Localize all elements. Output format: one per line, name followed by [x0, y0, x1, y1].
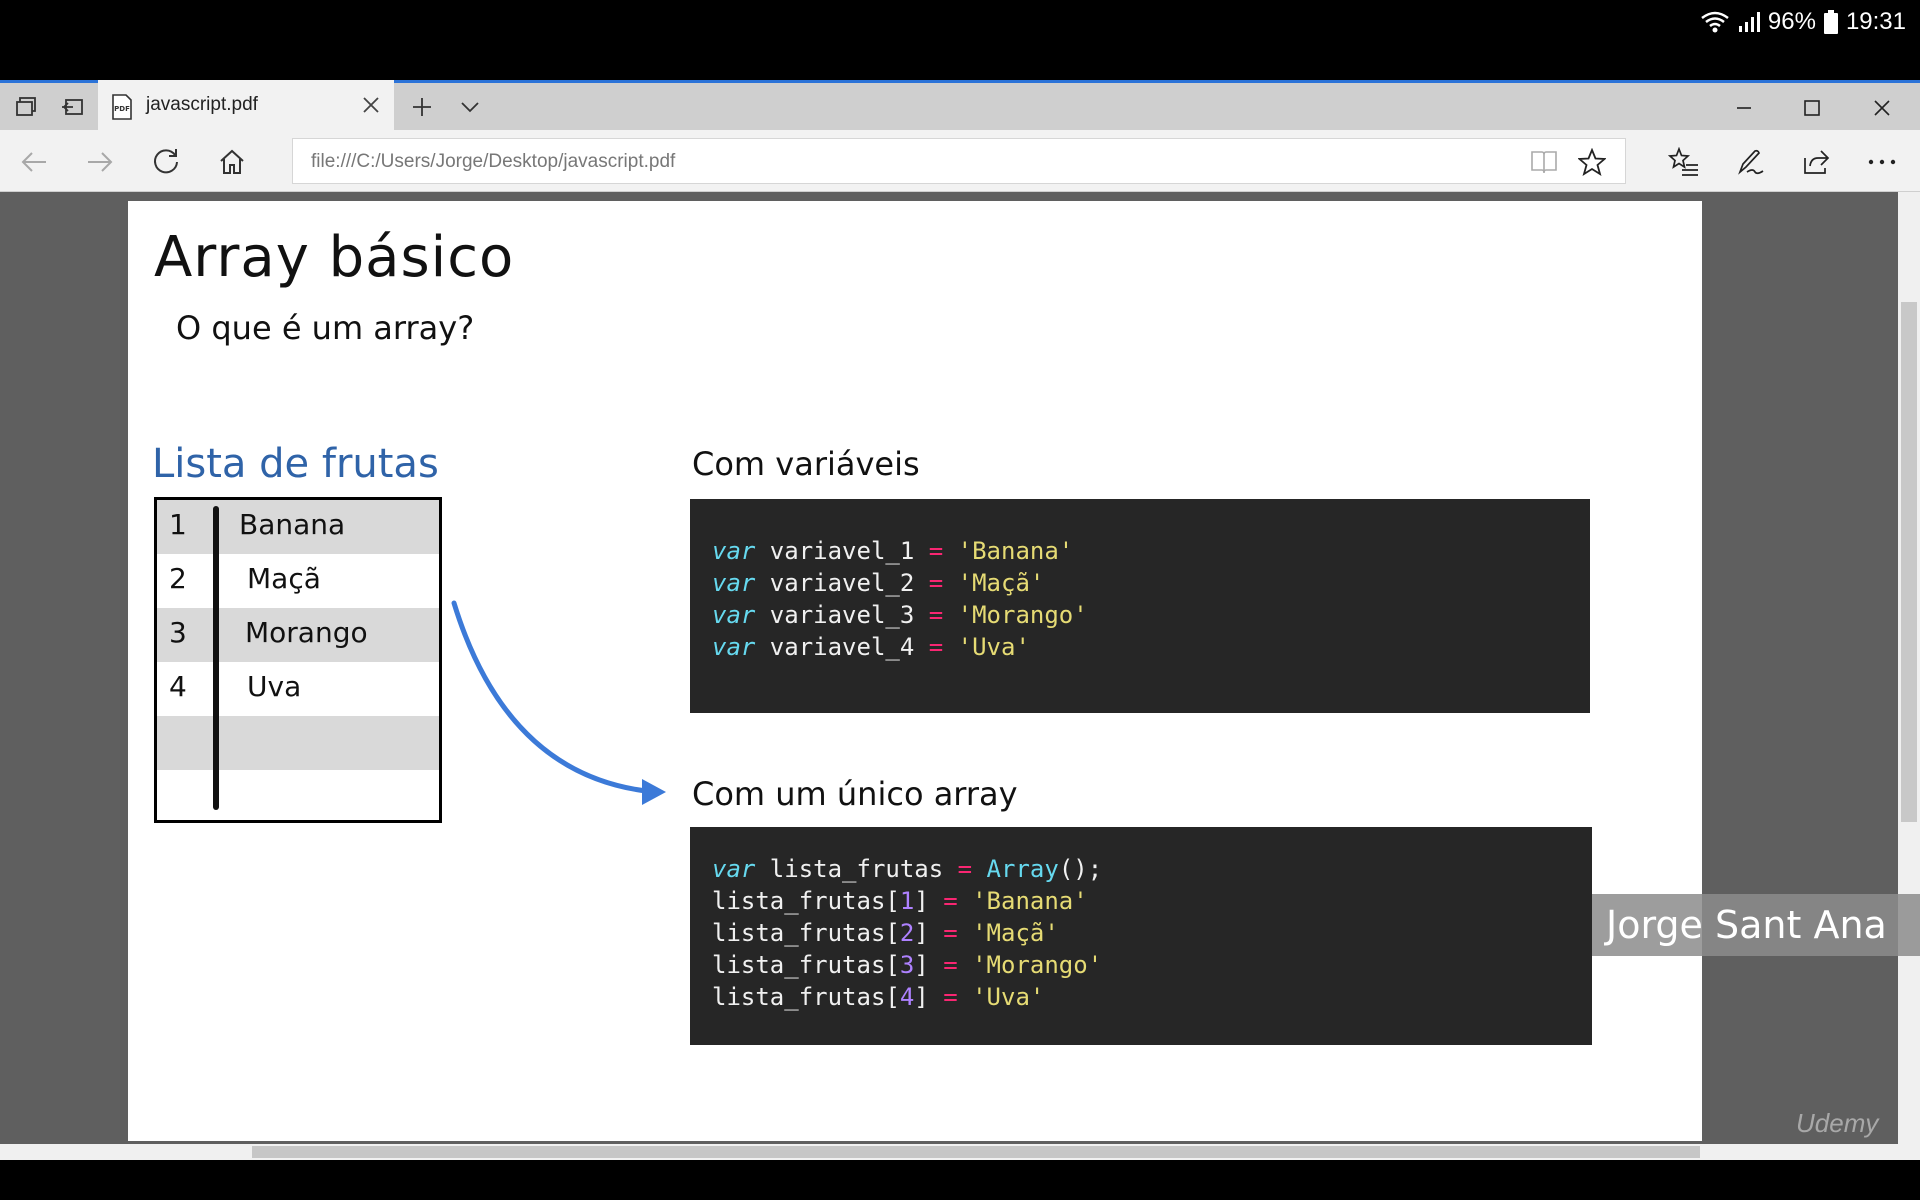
table-row-empty [157, 716, 439, 770]
row-number: 1 [169, 508, 187, 541]
row-fruit: Maçã [247, 562, 321, 595]
code-line: lista_frutas[2] = 'Maçã' [712, 919, 1059, 947]
svg-text:PDF: PDF [114, 105, 130, 113]
plus-icon[interactable] [408, 93, 436, 121]
address-bar[interactable]: file:///C:/Users/Jorge/Desktop/javascrip… [292, 138, 1626, 184]
table-row-empty [157, 770, 439, 820]
reading-view-icon[interactable] [1529, 147, 1559, 177]
refresh-icon[interactable] [148, 144, 184, 180]
tab-javascript-pdf[interactable]: PDF javascript.pdf [98, 80, 394, 133]
forward-arrow-icon[interactable] [82, 144, 118, 180]
more-icon[interactable] [1864, 144, 1900, 180]
table-divider [213, 506, 219, 810]
browser-window: PDF javascript.pdf file:///C:/Users/Jorg… [0, 80, 1920, 1160]
code-block-variables: var variavel_1 = 'Banana' var variavel_2… [690, 499, 1590, 713]
code-block-array: var lista_frutas = Array(); lista_frutas… [690, 827, 1592, 1045]
row-fruit: Uva [247, 670, 302, 703]
fruit-table: 1 Banana 2 Maçã 3 Morango 4 Uva [154, 497, 442, 823]
table-row: 2 Maçã [157, 554, 439, 608]
row-number: 4 [169, 670, 187, 703]
battery-percent: 96% [1767, 8, 1816, 35]
horizontal-scroll-thumb[interactable] [252, 1146, 1700, 1158]
table-row: 3 Morango [157, 608, 439, 662]
star-icon[interactable] [1577, 147, 1607, 177]
wifi-icon [1700, 10, 1730, 34]
row-number: 2 [169, 562, 187, 595]
vertical-scroll-thumb[interactable] [1901, 302, 1917, 822]
code-line: var variavel_3 = 'Morango' [712, 601, 1088, 629]
pen-icon[interactable] [1732, 144, 1768, 180]
phone-status-bar: 96% 19:31 [0, 0, 1920, 80]
tab-preview-icon[interactable] [12, 93, 40, 121]
code-line: var variavel_2 = 'Maçã' [712, 569, 1045, 597]
back-arrow-icon[interactable] [16, 144, 52, 180]
udemy-watermark: Udemy [1796, 1108, 1879, 1138]
maximize-icon[interactable] [1792, 91, 1832, 125]
page-subtitle: O que é um array? [176, 309, 475, 347]
minimize-icon[interactable] [1724, 91, 1764, 125]
share-icon[interactable] [1798, 144, 1834, 180]
pdf-page: Array básico O que é um array? Lista de … [128, 201, 1702, 1141]
heading-with-array: Com um único array [692, 775, 1018, 813]
code-line: var variavel_4 = 'Uva' [712, 633, 1030, 661]
close-icon[interactable] [358, 92, 384, 122]
code-line: lista_frutas[3] = 'Morango' [712, 951, 1103, 979]
clock: 19:31 [1845, 8, 1906, 35]
code-line: lista_frutas[1] = 'Banana' [712, 887, 1088, 915]
home-icon[interactable] [214, 144, 250, 180]
pdf-viewer[interactable]: Array básico O que é um array? Lista de … [0, 192, 1920, 1160]
battery-icon [1823, 10, 1838, 34]
code-line: var lista_frutas = Array(); [712, 855, 1103, 883]
row-fruit: Banana [239, 508, 346, 541]
page-title: Array básico [154, 225, 515, 290]
set-aside-tabs-icon[interactable] [58, 93, 86, 121]
horizontal-scrollbar[interactable] [0, 1144, 1898, 1160]
table-row: 4 Uva [157, 662, 439, 716]
status-icons: 96% 19:31 [1700, 8, 1906, 36]
table-row: 1 Banana [157, 500, 439, 554]
signal-icon [1738, 11, 1760, 33]
presenter-caption: Jorge Sant Ana [1592, 894, 1920, 956]
code-line: var variavel_1 = 'Banana' [712, 537, 1074, 565]
code-line: lista_frutas[4] = 'Uva' [712, 983, 1045, 1011]
favorites-hub-icon[interactable] [1666, 144, 1702, 180]
pdf-file-icon: PDF [110, 94, 134, 124]
window-close-icon[interactable] [1862, 91, 1902, 125]
address-url: file:///C:/Users/Jorge/Desktop/javascrip… [311, 151, 676, 172]
heading-with-variables: Com variáveis [692, 445, 920, 483]
list-heading: Lista de frutas [152, 441, 439, 487]
tab-strip: PDF javascript.pdf [0, 80, 1920, 133]
row-fruit: Morango [245, 616, 368, 649]
vertical-scrollbar[interactable] [1898, 192, 1920, 1160]
chevron-down-icon[interactable] [456, 93, 484, 121]
row-number: 3 [169, 616, 187, 649]
navigation-bar: file:///C:/Users/Jorge/Desktop/javascrip… [0, 130, 1920, 192]
screen-bottom-bar [0, 1160, 1920, 1200]
tab-title: javascript.pdf [146, 94, 258, 115]
